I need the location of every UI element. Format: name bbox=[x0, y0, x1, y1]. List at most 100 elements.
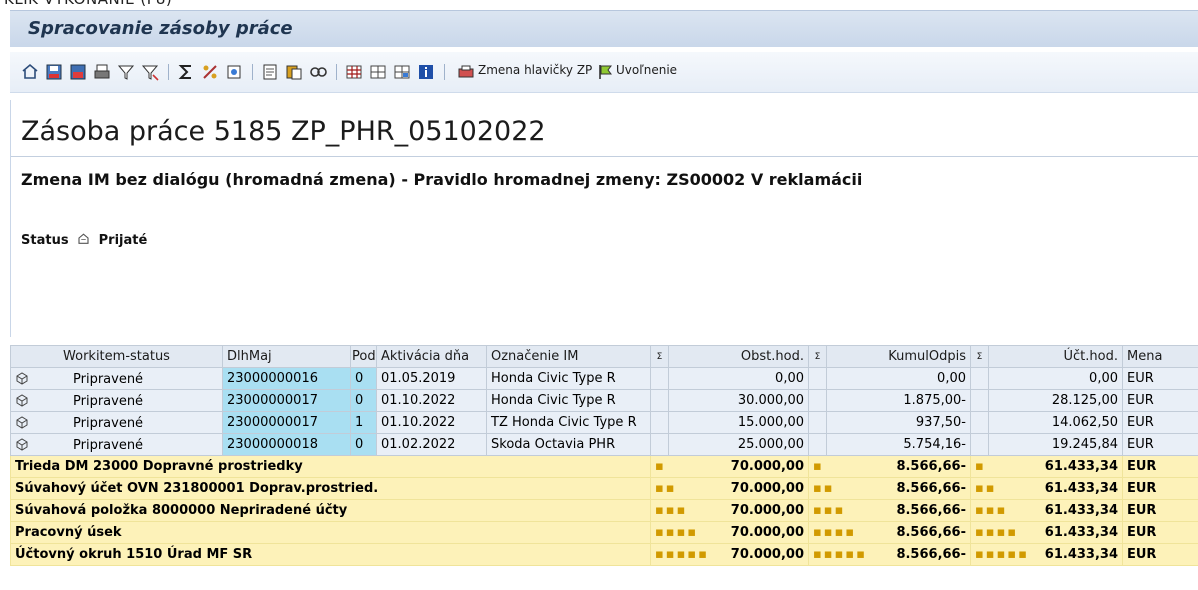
filter-icon[interactable] bbox=[116, 62, 136, 82]
dlhmaj-cell[interactable]: 23000000016 bbox=[222, 367, 351, 390]
subtotal-icon[interactable] bbox=[200, 62, 220, 82]
status-line: Status Prijaté bbox=[21, 232, 147, 248]
subtotal-row[interactable]: Účtovný okruh 1510 Úrad MF SR ▪▪▪▪▪ 70.00… bbox=[10, 543, 1198, 566]
status-icon bbox=[78, 233, 89, 244]
ucth-subtotal-cell: ▪▪▪▪▪ 61.433,34 bbox=[970, 543, 1123, 566]
layout-save-icon[interactable] bbox=[392, 62, 412, 82]
kumul-cell: 0,00 bbox=[826, 367, 971, 390]
table-row[interactable]: Pripravené 23000000018 0 01.02.2022 Skod… bbox=[10, 433, 1198, 456]
col-header-ucthod[interactable]: Účt.hod. bbox=[988, 345, 1123, 368]
layout-change-icon[interactable] bbox=[368, 62, 388, 82]
sum-marker-cell bbox=[808, 389, 827, 412]
col-header-workitem-status[interactable]: Workitem-status bbox=[10, 345, 223, 368]
sum-marker-cell bbox=[650, 433, 669, 456]
workitem-icon bbox=[16, 437, 28, 451]
toolbar-separator bbox=[336, 64, 337, 80]
mena-cell: EUR bbox=[1122, 411, 1198, 434]
info-icon[interactable] bbox=[416, 62, 436, 82]
col-header-sum-obst[interactable]: Σ bbox=[650, 345, 669, 368]
col-header-podc[interactable]: Podč bbox=[350, 345, 377, 368]
podc-cell[interactable]: 0 bbox=[350, 433, 377, 456]
workitem-icon bbox=[16, 415, 28, 429]
col-header-sum-kumul[interactable]: Σ bbox=[808, 345, 827, 368]
ucth-subtotal-cell: ▪ 61.433,34 bbox=[970, 455, 1123, 478]
ucth-cell: 28.125,00 bbox=[988, 389, 1123, 412]
col-header-sum-ucth[interactable]: Σ bbox=[970, 345, 989, 368]
subtotal-label: Účtovný okruh 1510 Úrad MF SR bbox=[10, 543, 651, 566]
podc-cell[interactable]: 0 bbox=[350, 367, 377, 390]
mena-subtotal-cell: EUR bbox=[1122, 543, 1198, 566]
workitem-status-cell: Pripravené bbox=[10, 389, 223, 412]
col-header-mena[interactable]: Mena bbox=[1122, 345, 1198, 368]
podc-cell[interactable]: 1 bbox=[350, 411, 377, 434]
col-header-obst[interactable]: Obst.hod. bbox=[668, 345, 809, 368]
sum-marker-cell bbox=[808, 433, 827, 456]
uvolnenie-button[interactable]: Uvoľnenie bbox=[616, 63, 677, 77]
sum-marker-cell bbox=[970, 433, 989, 456]
print-icon[interactable] bbox=[92, 62, 112, 82]
mena-cell: EUR bbox=[1122, 367, 1198, 390]
workitem-status-cell: Pripravené bbox=[10, 411, 223, 434]
workitem-status-cell: Pripravené bbox=[10, 433, 223, 456]
sum-marker-cell bbox=[650, 367, 669, 390]
oznacenie-cell: Skoda Octavia PHR bbox=[486, 433, 651, 456]
subtotal-row[interactable]: Súvahový účet OVN 231800001 Doprav.prost… bbox=[10, 477, 1198, 500]
col-header-kumulodpis[interactable]: KumulOdpis bbox=[826, 345, 971, 368]
subtotal-level-marker: ▪▪▪▪ bbox=[975, 525, 1019, 540]
page-subtitle: Zmena IM bez dialógu (hromadná zmena) - … bbox=[21, 170, 863, 189]
save-icon[interactable] bbox=[44, 62, 64, 82]
toolbar-separator bbox=[252, 64, 253, 80]
zmena-hlavicky-button[interactable]: Zmena hlavičky ZP bbox=[478, 63, 592, 77]
dlhmaj-cell[interactable]: 23000000017 bbox=[222, 411, 351, 434]
worklist-grid: Workitem-status DlhMaj Podč Aktivácia dň… bbox=[10, 345, 1198, 566]
subtotal-level-marker: ▪ bbox=[655, 459, 666, 474]
find-icon[interactable] bbox=[308, 62, 328, 82]
table-row[interactable]: Pripravené 23000000017 1 01.10.2022 TZ H… bbox=[10, 411, 1198, 434]
subtotal-level-marker: ▪▪ bbox=[975, 481, 997, 496]
obst-cell: 15.000,00 bbox=[668, 411, 809, 434]
dlhmaj-cell[interactable]: 23000000017 bbox=[222, 389, 351, 412]
subtotal-row[interactable]: Súvahová položka 8000000 Nepriradené účt… bbox=[10, 499, 1198, 522]
subtotal-level-marker: ▪ bbox=[975, 459, 986, 474]
subtotal-level-marker: ▪▪ bbox=[813, 481, 835, 496]
kumul-subtotal-cell: ▪ 8.566,66- bbox=[808, 455, 971, 478]
obst-cell: 25.000,00 bbox=[668, 433, 809, 456]
splitter-handle[interactable] bbox=[0, 337, 1198, 349]
export-icon[interactable] bbox=[260, 62, 280, 82]
subtotal-level-marker: ▪▪▪ bbox=[655, 503, 688, 518]
details-icon[interactable] bbox=[224, 62, 244, 82]
aktivacia-cell: 01.10.2022 bbox=[376, 411, 487, 434]
workitem-status-cell: Pripravené bbox=[10, 367, 223, 390]
page-title: Zásoba práce 5185 ZP_PHR_05102022 bbox=[21, 116, 546, 147]
kumul-subtotal-cell: ▪▪▪▪▪ 8.566,66- bbox=[808, 543, 971, 566]
subtotal-row[interactable]: Trieda DM 23000 Dopravné prostriedky ▪ 70… bbox=[10, 455, 1198, 478]
release-flag-icon[interactable] bbox=[596, 62, 616, 82]
subtotal-row[interactable]: Pracovný úsek ▪▪▪▪ 70.000,00 ▪▪▪▪ 8.566,66… bbox=[10, 521, 1198, 544]
mena-cell: EUR bbox=[1122, 433, 1198, 456]
sum-marker-cell bbox=[808, 367, 827, 390]
change-header-icon[interactable] bbox=[456, 62, 476, 82]
layout-icon[interactable] bbox=[344, 62, 364, 82]
dlhmaj-cell[interactable]: 23000000018 bbox=[222, 433, 351, 456]
podc-cell[interactable]: 0 bbox=[350, 389, 377, 412]
col-header-aktivacia[interactable]: Aktivácia dňa bbox=[376, 345, 487, 368]
sum-icon[interactable] bbox=[176, 62, 196, 82]
export-alt-icon[interactable] bbox=[284, 62, 304, 82]
obst-subtotal-cell: ▪▪ 70.000,00 bbox=[650, 477, 809, 500]
application-toolbar: Zmena hlavičky ZP Uvoľnenie bbox=[10, 52, 1198, 93]
col-header-oznacenie[interactable]: Označenie IM bbox=[486, 345, 651, 368]
save-variant-icon[interactable] bbox=[68, 62, 88, 82]
table-row[interactable]: Pripravené 23000000017 0 01.10.2022 Hond… bbox=[10, 389, 1198, 412]
col-header-dlhmaj[interactable]: DlhMaj bbox=[222, 345, 351, 368]
obst-subtotal-cell: ▪▪▪▪▪ 70.000,00 bbox=[650, 543, 809, 566]
aktivacia-cell: 01.05.2019 bbox=[376, 367, 487, 390]
filter-clear-icon[interactable] bbox=[140, 62, 160, 82]
cropped-caption: KLIK VYKONANIE (F8) bbox=[0, 0, 1198, 8]
sum-marker-cell bbox=[650, 389, 669, 412]
subtotal-level-marker: ▪▪▪▪▪ bbox=[975, 547, 1030, 562]
table-row[interactable]: Pripravené 23000000016 0 01.05.2019 Hond… bbox=[10, 367, 1198, 390]
subtotal-label: Pracovný úsek bbox=[10, 521, 651, 544]
back-icon[interactable] bbox=[20, 62, 40, 82]
obst-cell: 30.000,00 bbox=[668, 389, 809, 412]
sum-marker-cell bbox=[970, 411, 989, 434]
